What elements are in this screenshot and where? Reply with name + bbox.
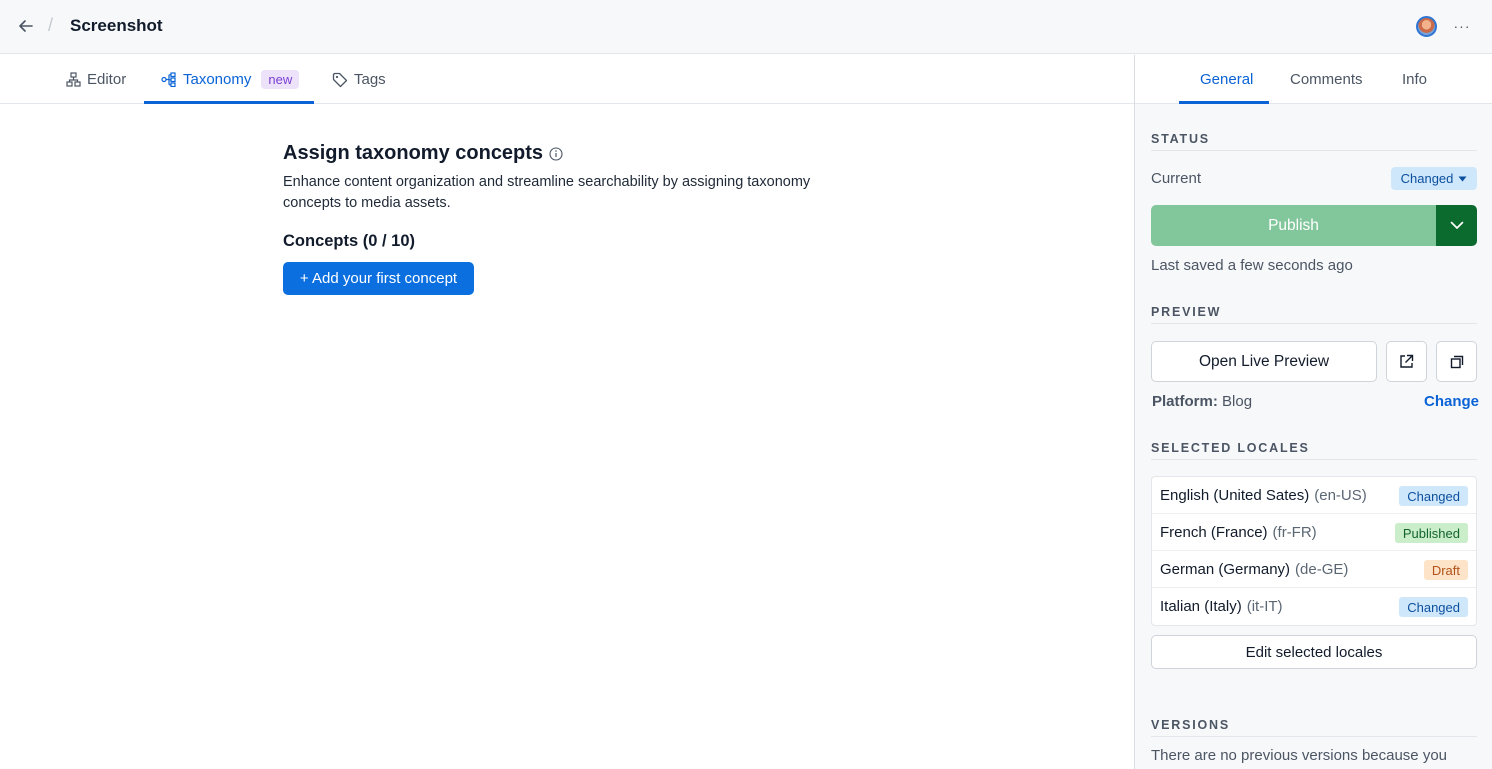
locale-row[interactable]: English (United Sates) (en-US) Changed	[1152, 477, 1476, 514]
tab-editor-label: Editor	[87, 71, 127, 88]
tag-icon	[332, 72, 348, 87]
platform-label: Platform:	[1152, 393, 1218, 410]
taxonomy-icon	[161, 72, 176, 87]
locale-name: Italian (Italy)	[1160, 598, 1242, 615]
publish-options-button[interactable]	[1436, 205, 1477, 246]
versions-empty-text: There are no previous versions because y…	[1151, 747, 1448, 764]
status-section-label: STATUS	[1151, 132, 1210, 146]
tab-taxonomy-label: Taxonomy	[183, 71, 252, 88]
avatar[interactable]	[1416, 16, 1437, 37]
change-platform-link[interactable]: Change	[1424, 393, 1479, 410]
editor-icon	[66, 72, 81, 87]
external-link-icon	[1400, 354, 1414, 368]
top-bar: / Screenshot ···	[0, 0, 1492, 54]
breadcrumb-separator: /	[48, 15, 54, 35]
locale-status-badge: Published	[1394, 523, 1468, 543]
locale-row[interactable]: French (France) (fr-FR) Published	[1152, 514, 1476, 551]
last-saved-text: Last saved a few seconds ago	[1151, 257, 1353, 274]
versions-section-label: VERSIONS	[1151, 718, 1230, 732]
copy-link-button[interactable]	[1436, 341, 1477, 382]
status-badge-label: Changed	[1400, 171, 1454, 186]
more-options-button[interactable]: ···	[1452, 16, 1472, 36]
locale-name: French (France)	[1160, 523, 1268, 541]
tab-info[interactable]: Info	[1402, 55, 1427, 104]
current-status-label: Current	[1151, 170, 1202, 187]
divider	[1151, 736, 1477, 737]
tab-taxonomy[interactable]: Taxonomy new	[161, 55, 300, 104]
open-live-preview-button[interactable]: Open Live Preview	[1151, 341, 1377, 382]
arrow-left-icon	[19, 20, 33, 32]
edit-locales-button[interactable]: Edit selected locales	[1151, 635, 1477, 669]
platform-value: Blog	[1222, 393, 1253, 410]
back-button[interactable]	[14, 14, 38, 38]
add-concept-button[interactable]: + Add your first concept	[283, 262, 474, 295]
preview-section-label: PREVIEW	[1151, 305, 1222, 319]
section-description: Enhance content organization and streaml…	[283, 174, 811, 211]
section-title: Assign taxonomy concepts	[283, 142, 563, 165]
locale-code: (it-IT)	[1246, 598, 1283, 615]
copy-icon	[1450, 355, 1463, 368]
locale-name: German (Germany)	[1160, 560, 1291, 578]
publish-button[interactable]: Publish	[1151, 205, 1436, 246]
side-tabs: General Comments Info	[1135, 55, 1492, 104]
tab-tags-label: Tags	[354, 71, 386, 88]
locale-status-badge: Changed	[1399, 486, 1468, 506]
locale-code: (de-GE)	[1295, 560, 1349, 578]
locale-row[interactable]: Italian (Italy) (it-IT) Changed	[1152, 588, 1476, 625]
open-external-button[interactable]	[1386, 341, 1427, 382]
locale-name: English (United Sates)	[1160, 486, 1310, 504]
platform-info: Platform: Blog	[1152, 393, 1252, 410]
locale-status-badge: Draft	[1423, 560, 1468, 580]
new-badge: new	[261, 70, 300, 89]
chevron-down-icon	[1450, 221, 1463, 229]
caret-down-icon	[1458, 176, 1467, 181]
locale-code: (en-US)	[1314, 486, 1367, 504]
locale-code: (fr-FR)	[1272, 523, 1317, 541]
page-title: Screenshot	[70, 16, 163, 35]
section-title-text: Assign taxonomy concepts	[283, 142, 544, 164]
locales-section-label: SELECTED LOCALES	[1151, 441, 1310, 455]
concepts-heading: Concepts (0 / 10)	[283, 232, 416, 250]
tab-tags[interactable]: Tags	[332, 55, 386, 104]
locale-row[interactable]: German (Germany) (de-GE) Draft	[1152, 551, 1476, 588]
editor-tabs: Editor Taxonomy new Tags	[0, 55, 1134, 104]
status-badge[interactable]: Changed	[1391, 167, 1477, 190]
tab-general[interactable]: General	[1200, 55, 1253, 104]
locale-list: English (United Sates) (en-US) Changed F…	[1151, 476, 1477, 626]
locale-status-badge: Changed	[1399, 597, 1468, 617]
divider	[1151, 150, 1477, 151]
active-side-tab-indicator	[1179, 101, 1269, 104]
tab-comments[interactable]: Comments	[1290, 55, 1363, 104]
info-icon[interactable]	[549, 146, 563, 161]
divider	[1151, 459, 1477, 460]
tab-editor[interactable]: Editor	[66, 55, 126, 104]
side-panel: General Comments Info STATUS Current Cha…	[1134, 55, 1492, 769]
active-tab-indicator	[144, 101, 314, 104]
divider	[1151, 323, 1477, 324]
